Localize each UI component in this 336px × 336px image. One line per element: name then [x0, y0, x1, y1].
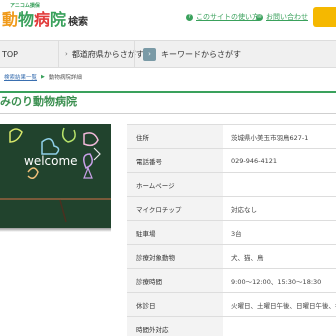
- logo-char-1: 動: [2, 10, 19, 29]
- mail-icon: ✉: [256, 13, 263, 21]
- info-value[interactable]: 029-946-4121: [223, 149, 336, 172]
- breadcrumb-search-results[interactable]: 検索結果一覧: [4, 73, 37, 81]
- contact-label: お問い合わせ: [266, 13, 308, 21]
- info-row-parking: 駐車場 3台: [127, 221, 336, 245]
- info-row-phone: 電話番号 029-946-4121: [127, 149, 336, 173]
- info-value: [223, 317, 336, 336]
- info-key: 診療時間: [127, 269, 223, 292]
- title-divider: [0, 113, 336, 114]
- info-value: 対応なし: [231, 205, 257, 214]
- breadcrumb: 検索結果一覧 ▶ 動物病院詳細: [0, 71, 336, 83]
- info-row-closed-days: 休診日 火曜日、土曜日午後、日曜日午後、祝: [127, 293, 336, 317]
- info-row-address: 住所 茨城県小美玉市羽鳥627-1: [127, 125, 336, 149]
- nav-top[interactable]: TOP: [0, 41, 58, 67]
- info-row-microchip: マイクロチップ 対応なし: [127, 197, 336, 221]
- nav-search-by-keyword[interactable]: › キーワードからさがす: [134, 41, 336, 67]
- logo-char-4: 院: [50, 10, 67, 29]
- info-row-hours: 診療時間 9:00～12:00、15:30～18:30: [127, 269, 336, 293]
- hospital-info-table: 住所 茨城県小美玉市羽鳥627-1 電話番号 029-946-4121 ホームペ…: [127, 124, 336, 336]
- photo-shadow: [0, 228, 111, 232]
- breadcrumb-arrow-icon: ▶: [41, 74, 45, 80]
- help-icon: ?: [186, 13, 193, 21]
- nav-top-label: TOP: [2, 49, 19, 59]
- info-value: 茨城県小美玉市羽鳥627-1: [231, 133, 309, 142]
- info-row-animals: 診療対象動物 犬、猫、鳥: [127, 245, 336, 269]
- nav-search-by-prefecture[interactable]: › 都道府県からさがす: [58, 41, 144, 67]
- info-value: 9:00～12:00、15:30～18:30: [231, 277, 322, 286]
- info-value: 犬、猫、鳥: [231, 253, 264, 262]
- chevron-right-icon: ›: [65, 50, 68, 58]
- info-key: 休診日: [127, 293, 223, 316]
- logo-company-text: アニコム損保: [10, 3, 40, 9]
- title-accent-line: [0, 91, 336, 93]
- main-nav: TOP › 都道府県からさがす › キーワードからさがす: [0, 40, 336, 68]
- info-key: マイクロチップ: [127, 197, 223, 220]
- page-title: みのり動物病院: [0, 95, 77, 108]
- info-value: [223, 173, 336, 196]
- info-row-after-hours: 時間外対応: [127, 317, 336, 336]
- breadcrumb-current: 動物病院詳細: [48, 75, 82, 81]
- chalkboard-welcome-text: welcome: [24, 154, 78, 168]
- info-key: 時間外対応: [127, 317, 223, 336]
- logo-char-2: 物: [18, 10, 35, 29]
- nav-pref-label: 都道府県からさがす: [71, 49, 144, 59]
- site-header: アニコム損保 動物病院 検索 ? このサイトの使い方 ✉ お問い合わせ: [0, 0, 336, 40]
- nav-keyword-label: キーワードからさがす: [161, 49, 241, 59]
- info-key: 電話番号: [127, 149, 223, 172]
- how-to-use-label: このサイトの使い方: [196, 13, 259, 21]
- info-row-homepage: ホームページ: [127, 173, 336, 197]
- info-value: 3台: [231, 229, 242, 238]
- how-to-use-link[interactable]: ? このサイトの使い方: [186, 12, 259, 22]
- info-key: 住所: [127, 125, 223, 148]
- info-key: 診療対象動物: [127, 245, 223, 268]
- contact-link[interactable]: ✉ お問い合わせ: [256, 12, 308, 22]
- info-key: 駐車場: [127, 221, 223, 244]
- logo-suffix: 検索: [68, 17, 89, 28]
- info-value: 火曜日、土曜日午後、日曜日午後、祝: [231, 301, 336, 310]
- header-action-button[interactable]: [313, 7, 336, 27]
- logo-char-3: 病: [34, 10, 51, 29]
- chevron-right-icon: ›: [143, 47, 156, 61]
- site-logo[interactable]: 動物病院 検索: [2, 9, 88, 34]
- hospital-photo: welcome: [0, 124, 111, 228]
- info-key: ホームページ: [127, 173, 223, 196]
